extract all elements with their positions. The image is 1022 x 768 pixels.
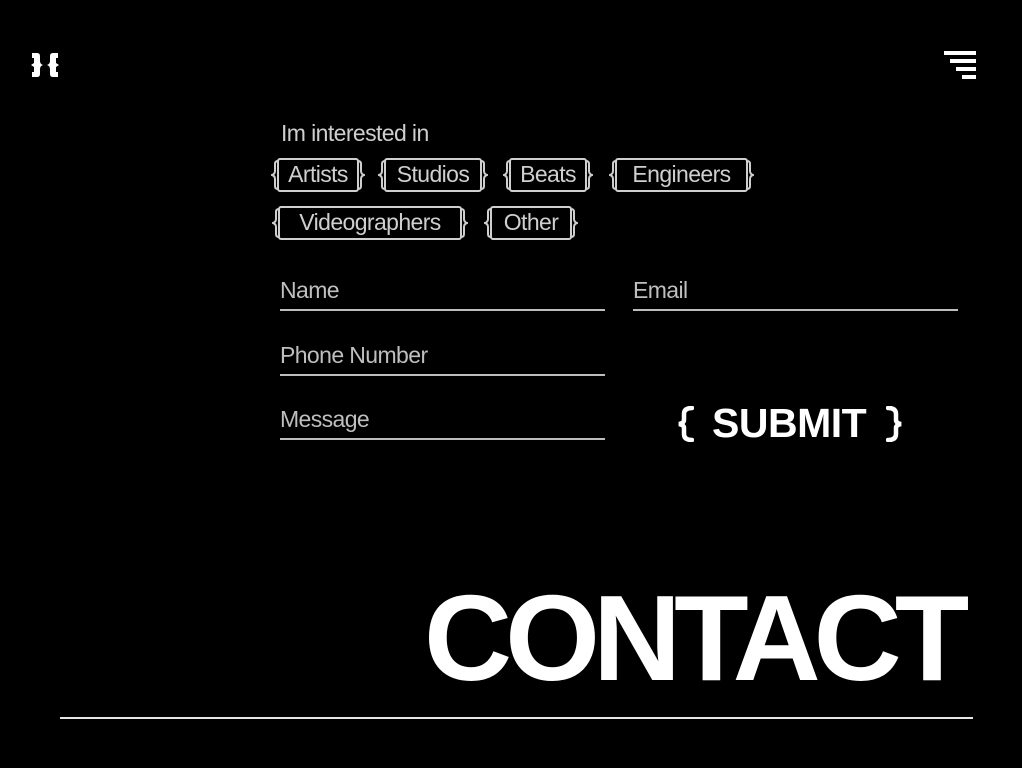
name-field[interactable]: Name [280, 269, 605, 311]
message-field[interactable]: Message [280, 398, 605, 440]
chip-label: Studios [396, 161, 470, 187]
interest-label: Im interested in [281, 120, 429, 146]
interest-chip-engineers[interactable]: Engineers [609, 158, 754, 192]
chip-label: Engineers [632, 161, 731, 187]
phone-number-field[interactable]: Phone Number [280, 334, 605, 376]
chip-label: Other [503, 209, 559, 235]
hamburger-menu-icon [944, 51, 976, 79]
left-brace-icon [678, 406, 694, 442]
name-placeholder: Name [280, 277, 340, 303]
menu-button[interactable] [942, 49, 978, 81]
divider [60, 717, 973, 719]
brand-logo-icon[interactable] [28, 50, 62, 80]
email-field[interactable]: Email [633, 269, 958, 311]
chip-label: Artists [288, 161, 348, 187]
chip-label: Beats [520, 161, 576, 187]
email-placeholder: Email [633, 277, 688, 303]
interest-chip-artists[interactable]: Artists [271, 158, 365, 192]
phone-placeholder: Phone Number [280, 342, 428, 368]
interest-chip-videographers[interactable]: Videographers [272, 206, 468, 240]
interest-chip-other[interactable]: Other [484, 206, 578, 240]
chip-label: Videographers [299, 209, 441, 235]
message-placeholder: Message [280, 406, 370, 432]
interest-chip-beats[interactable]: Beats [503, 158, 593, 192]
right-brace-icon [886, 406, 902, 442]
page-title: CONTACT [424, 570, 969, 706]
interest-chip-studios[interactable]: Studios [378, 158, 488, 192]
submit-button[interactable]: SUBMIT [676, 398, 908, 450]
submit-label: SUBMIT [712, 400, 867, 446]
